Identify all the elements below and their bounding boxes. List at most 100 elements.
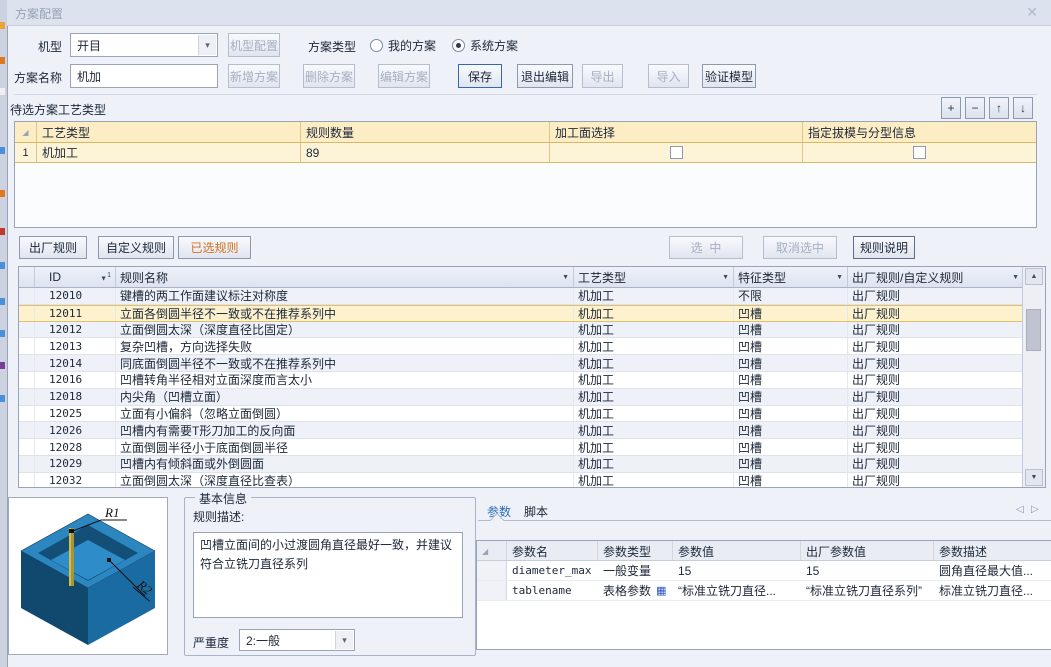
rule-info-button[interactable]: 规则说明 <box>853 236 915 259</box>
cell[interactable]: 凹槽 <box>734 406 848 422</box>
close-icon[interactable]: ✕ <box>1026 4 1038 21</box>
cell[interactable]: 圆角直径最大值... <box>934 561 1051 580</box>
filter-icon[interactable]: ▼ <box>562 274 569 281</box>
tab-next-icon[interactable]: ▷ <box>1031 504 1039 515</box>
cell[interactable]: 12014 <box>35 355 116 371</box>
filter-icon[interactable]: ▼ <box>1012 274 1019 281</box>
col-header[interactable]: 参数值 <box>673 541 801 560</box>
cell[interactable]: 12032 <box>35 473 116 488</box>
machine-type-combobox[interactable]: 开目 ▾ <box>70 33 218 57</box>
rules-table-row[interactable]: 12010键槽的两工作面建议标注对称度机加工不限出厂规则 <box>19 288 1045 305</box>
rule-description-textarea[interactable]: 凹槽立面间的小过渡圆角直径最好一致，并建议符合立铣刀直径系列 <box>193 532 463 618</box>
cell[interactable]: 出厂规则 <box>848 422 1023 438</box>
cell[interactable]: 立面倒圆半径小于底面倒圆半径 <box>116 439 574 455</box>
cell[interactable]: 12029 <box>35 456 116 472</box>
machine-config-button[interactable]: 机型配置 <box>228 33 280 57</box>
cell[interactable]: diameter_max <box>507 561 598 580</box>
cell[interactable]: 出厂规则 <box>848 439 1023 455</box>
cell[interactable] <box>19 422 35 438</box>
col-header[interactable]: 指定拔模与分型信息 <box>803 122 1036 142</box>
col-header[interactable]: 加工面选择 <box>550 122 803 142</box>
cell[interactable] <box>19 372 35 388</box>
custom-rules-button[interactable]: 自定义规则 <box>98 236 174 259</box>
chevron-down-icon[interactable]: ▾ <box>198 35 216 55</box>
process-col-header[interactable]: 工艺类型 ▼ <box>574 267 734 287</box>
cell[interactable] <box>19 389 35 405</box>
cell[interactable]: 12018 <box>35 389 116 405</box>
radio-system-scheme[interactable]: 系统方案 <box>452 37 518 54</box>
params-table-row[interactable]: diameter_max一般变量1515圆角直径最大值... <box>477 561 1051 581</box>
tab-prev-icon[interactable]: ◁ <box>1016 504 1024 515</box>
remove-row-button[interactable]: − <box>965 97 985 119</box>
cell[interactable]: 凹槽转角半径相对立面深度而言太小 <box>116 372 574 388</box>
name-col-header[interactable]: 规则名称 ▼ <box>116 267 574 287</box>
rules-table-row[interactable]: 12025立面有小偏斜（忽略立面倒圆）机加工凹槽出厂规则 <box>19 406 1045 423</box>
cell[interactable]: 机加工 <box>574 322 734 338</box>
cell[interactable]: 出厂规则 <box>848 322 1023 338</box>
cell[interactable] <box>19 288 35 304</box>
table-param-icon[interactable]: ▦ <box>656 584 666 597</box>
scroll-up-icon[interactable]: ▲ <box>1025 268 1043 285</box>
cell[interactable]: 表格参数▦ <box>598 581 673 600</box>
cell[interactable]: 凹槽 <box>734 306 848 321</box>
edit-scheme-button[interactable]: 编辑方案 <box>378 64 430 88</box>
cell[interactable]: 机加工 <box>574 389 734 405</box>
cell[interactable]: 机加工 <box>574 422 734 438</box>
cell[interactable] <box>19 355 35 371</box>
params-table-row[interactable]: tablename表格参数▦“标准立铣刀直径...“标准立铣刀直径系列”标准立铣… <box>477 581 1051 601</box>
cell[interactable] <box>19 456 35 472</box>
selector-col-header[interactable]: ◢ <box>477 541 507 560</box>
cell[interactable] <box>19 322 35 338</box>
cell[interactable]: 凹槽 <box>734 422 848 438</box>
cell[interactable] <box>19 306 35 321</box>
corner-triangle-icon[interactable]: ◢ <box>15 122 37 142</box>
add-row-button[interactable]: + <box>941 97 961 119</box>
cell[interactable] <box>19 439 35 455</box>
id-col-header[interactable]: ID ▼1 <box>35 267 116 287</box>
col-header[interactable]: 参数类型 <box>598 541 673 560</box>
cell[interactable] <box>19 338 35 354</box>
scheme-name-input[interactable]: 机加 <box>70 64 218 88</box>
scroll-down-icon[interactable]: ▼ <box>1025 469 1043 486</box>
cell[interactable]: 凹槽内有倾斜面或外倒圆面 <box>116 456 574 472</box>
cell[interactable]: 同底面倒圆半径不一致或不在推荐系列中 <box>116 355 574 371</box>
cell[interactable]: 机加工 <box>574 338 734 354</box>
cell[interactable] <box>19 406 35 422</box>
cell[interactable]: 不限 <box>734 288 848 304</box>
cell[interactable]: 15 <box>801 561 934 580</box>
cell[interactable]: 机加工 <box>574 288 734 304</box>
delete-scheme-button[interactable]: 删除方案 <box>303 64 355 88</box>
cell[interactable]: 凹槽 <box>734 456 848 472</box>
source-col-header[interactable]: 出厂规则/自定义规则 ▼ <box>848 267 1023 287</box>
cell[interactable]: 立面各倒圆半径不一致或不在推荐系列中 <box>116 306 574 321</box>
cell[interactable]: 立面倒圆太深（深度直径比查表） <box>116 473 574 488</box>
feature-col-header[interactable]: 特征类型 ▼ <box>734 267 848 287</box>
sort-desc-icon[interactable]: ▼1 <box>100 272 111 282</box>
filter-icon[interactable]: ▼ <box>836 274 843 281</box>
move-down-button[interactable]: ↓ <box>1013 97 1033 119</box>
scrollbar-thumb[interactable] <box>1026 309 1041 351</box>
cell[interactable]: 凹槽 <box>734 355 848 371</box>
cell[interactable] <box>19 473 35 488</box>
cell[interactable]: 12025 <box>35 406 116 422</box>
cell[interactable]: 凹槽内有需要T形刀加工的反向面 <box>116 422 574 438</box>
cell[interactable] <box>477 561 507 580</box>
exit-edit-button[interactable]: 退出编辑 <box>517 64 573 88</box>
export-button[interactable]: 导出 <box>582 64 623 88</box>
rules-table-row[interactable]: 12029凹槽内有倾斜面或外倒圆面机加工凹槽出厂规则 <box>19 456 1045 473</box>
col-header[interactable]: 参数描述 <box>934 541 1051 560</box>
cell[interactable]: 出厂规则 <box>848 372 1023 388</box>
cell[interactable]: 机加工 <box>574 473 734 488</box>
move-up-button[interactable]: ↑ <box>989 97 1009 119</box>
cell[interactable]: 凹槽 <box>734 372 848 388</box>
cell[interactable]: 12026 <box>35 422 116 438</box>
cell[interactable]: “标准立铣刀直径系列” <box>801 581 934 600</box>
cell[interactable]: 一般变量 <box>598 561 673 580</box>
cell[interactable]: 凹槽 <box>734 389 848 405</box>
cell[interactable]: tablename <box>507 581 598 600</box>
cell[interactable]: 出厂规则 <box>848 338 1023 354</box>
cell[interactable]: 15 <box>673 561 801 580</box>
rules-table-row[interactable]: 12032立面倒圆太深（深度直径比查表）机加工凹槽出厂规则 <box>19 473 1045 488</box>
process-cell[interactable]: 机加工 <box>37 143 301 162</box>
cell[interactable]: 出厂规则 <box>848 288 1023 304</box>
